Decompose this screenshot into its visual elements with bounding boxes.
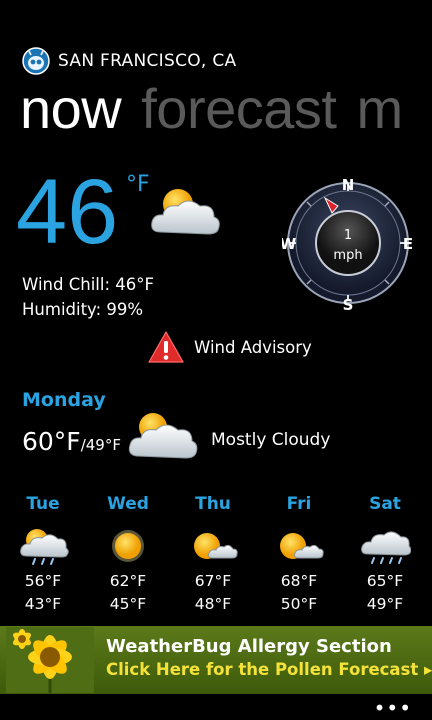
partly-cloudy-icon — [151, 189, 220, 235]
pivot-forecast[interactable]: forecast — [141, 77, 337, 140]
forecast-day-tue[interactable]: Tue 56°F 43°F — [3, 494, 83, 616]
compass-s: S — [343, 296, 354, 310]
flower-icon — [6, 627, 94, 693]
forecast-day-thu[interactable]: Thu 67°F 48°F — [173, 494, 253, 616]
forecast-day-label: Sat — [369, 494, 401, 514]
wind-advisory-link[interactable]: Wind Advisory — [194, 338, 312, 357]
forecast-high: 65°F — [366, 572, 404, 590]
forecast-low: 50°F — [280, 595, 318, 613]
forecast-high: 68°F — [280, 572, 318, 590]
forecast-day-sat[interactable]: Sat 65°F 49°F — [345, 494, 425, 616]
pivot-header: now forecast m — [20, 76, 423, 141]
wind-unit: mph — [333, 248, 362, 263]
weatherbug-logo-icon — [22, 47, 50, 75]
wind-speed: 1 — [344, 228, 352, 243]
more-options-button[interactable]: ••• — [374, 696, 412, 720]
sun-icon — [112, 530, 144, 562]
wind-chill: Wind Chill: 46°F — [22, 275, 154, 294]
forecast-low: 49°F — [366, 595, 404, 613]
forecast-day-label: Tue — [26, 494, 60, 514]
forecast-low: 45°F — [109, 595, 147, 613]
compass-e: E — [403, 235, 413, 253]
compass-w: W — [282, 235, 297, 253]
current-temperature: 46 — [16, 161, 119, 263]
forecast-day-label: Wed — [107, 494, 149, 514]
forecast-day-fri[interactable]: Fri 68°F 50°F — [259, 494, 339, 616]
forecast-day-label: Fri — [286, 494, 312, 514]
forecast-high: 56°F — [24, 572, 62, 590]
alert-icon[interactable] — [147, 330, 185, 364]
partly-sunny-icon — [280, 533, 324, 559]
location-title: SAN FRANCISCO, CA — [58, 51, 237, 71]
humidity: Humidity: 99% — [22, 300, 144, 319]
rain-cloud-icon — [361, 531, 411, 564]
rain-sun-icon — [20, 529, 69, 565]
pivot-maps[interactable]: m — [356, 77, 403, 140]
today-high: 60°F — [22, 427, 81, 456]
ad-title: WeatherBug Allergy Section — [106, 636, 392, 657]
forecast-high: 62°F — [109, 572, 147, 590]
today-condition: Mostly Cloudy — [211, 430, 331, 450]
partly-sunny-icon — [194, 533, 238, 559]
forecast-high: 67°F — [194, 572, 232, 590]
forecast-day-label: Thu — [195, 494, 231, 514]
compass-n: N — [342, 176, 355, 194]
today-low: /49°F — [80, 436, 121, 454]
today-day-label: Monday — [22, 389, 106, 411]
mostly-cloudy-icon — [128, 413, 198, 459]
today-high-low: 60°F/49°F — [22, 427, 121, 456]
wind-compass: N S W E 1 mph — [282, 176, 413, 310]
ad-link[interactable]: Click Here for the Pollen Forecast ▸ — [106, 660, 432, 679]
temperature-unit: °F — [126, 172, 150, 197]
forecast-low: 43°F — [24, 595, 62, 613]
pivot-now[interactable]: now — [20, 77, 122, 140]
forecast-day-wed[interactable]: Wed 62°F 45°F — [88, 494, 168, 616]
forecast-low: 48°F — [194, 595, 232, 613]
